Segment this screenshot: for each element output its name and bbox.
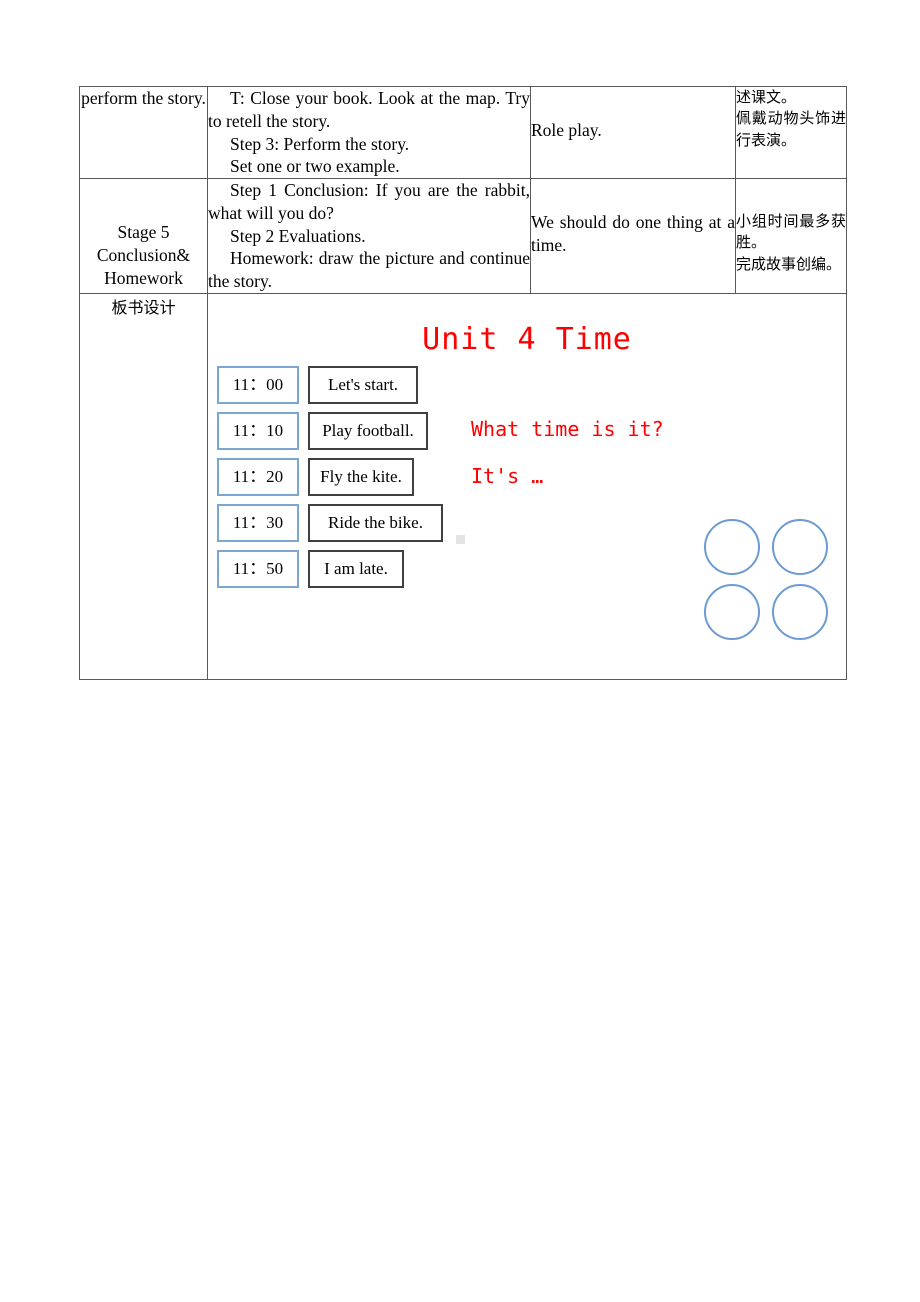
procedure-line: Step 2 Evaluations. [230, 225, 366, 246]
language-text: Role play. [531, 120, 602, 140]
stage-cell: perform the story. [79, 86, 208, 179]
board-answer-text: It's … [471, 463, 544, 488]
stage-label: perform the story. [81, 88, 206, 108]
procedure-cell: T: Close your book. Look at the map. Try… [207, 86, 531, 179]
stage-label-line: Conclusion& [96, 245, 191, 266]
board-design-cell: Unit 4 Time What time is it? It's … 11：0… [207, 292, 847, 680]
note-line: 述课文。 [736, 88, 797, 106]
board-design-label-cell: 板书设计 [79, 292, 208, 680]
table-row: Stage 5 Conclusion& Homework Step 1 Conc… [79, 178, 847, 294]
board-design-label: 板书设计 [111, 297, 176, 317]
board-circle [704, 518, 760, 575]
board-time-box: 11：10 [217, 411, 299, 450]
note-line: 完成故事创编。 [736, 254, 842, 273]
board-activity-box: Ride the bike. [308, 503, 443, 542]
note-line: 佩戴动物头饰进行表演。 [736, 109, 846, 149]
board-circle [772, 518, 828, 575]
board-design-row: 板书设计 Unit 4 Time What time is it? It's …… [79, 292, 847, 680]
stage-cell: Stage 5 Conclusion& Homework [79, 178, 208, 294]
lesson-plan-table: perform the story. T: Close your book. L… [79, 86, 847, 680]
notes-cell: 小组时间最多获胜。 完成故事创编。 [735, 178, 847, 294]
board-time-box: 11：30 [217, 503, 299, 542]
procedure-line: T: Close your book. Look at the map. Try… [208, 88, 530, 131]
board-question-text: What time is it? [471, 416, 664, 441]
board-time-box: 11：20 [217, 457, 299, 496]
procedure-line: Set one or two example. [230, 156, 400, 177]
language-cell: We should do one thing at a time. [530, 178, 736, 294]
board-time-box: 11：00 [217, 365, 299, 404]
board-activity-box: Let's start. [308, 365, 418, 404]
procedure-line: Step 3: Perform the story. [230, 133, 410, 154]
stage-label-line: Homework [104, 268, 183, 289]
note-line: 小组时间最多获胜。 [736, 212, 846, 252]
notes-cell: 述课文。 佩戴动物头饰进行表演。 [735, 86, 847, 179]
stage-label-line: Stage 5 [117, 222, 170, 242]
object-anchor-marker [456, 534, 465, 544]
language-cell: Role play. [530, 86, 736, 179]
procedure-line: Homework: draw the picture and continue … [208, 248, 530, 291]
table-row: perform the story. T: Close your book. L… [79, 86, 847, 179]
board-activity-box: Fly the kite. [308, 457, 414, 496]
board-activity-box: Play football. [308, 411, 428, 450]
board-circle [772, 583, 828, 640]
board-circle [704, 583, 760, 640]
board-activity-box: I am late. [308, 549, 404, 588]
procedure-line: Step 1 Conclusion: If you are the rabbit… [208, 180, 530, 223]
blackboard-area: Unit 4 Time What time is it? It's … 11：0… [208, 294, 846, 679]
language-text: We should do one thing at a time. [531, 212, 735, 255]
procedure-cell: Step 1 Conclusion: If you are the rabbit… [207, 178, 531, 294]
board-time-box: 11：50 [217, 549, 299, 588]
board-title: Unit 4 Time [422, 321, 632, 357]
